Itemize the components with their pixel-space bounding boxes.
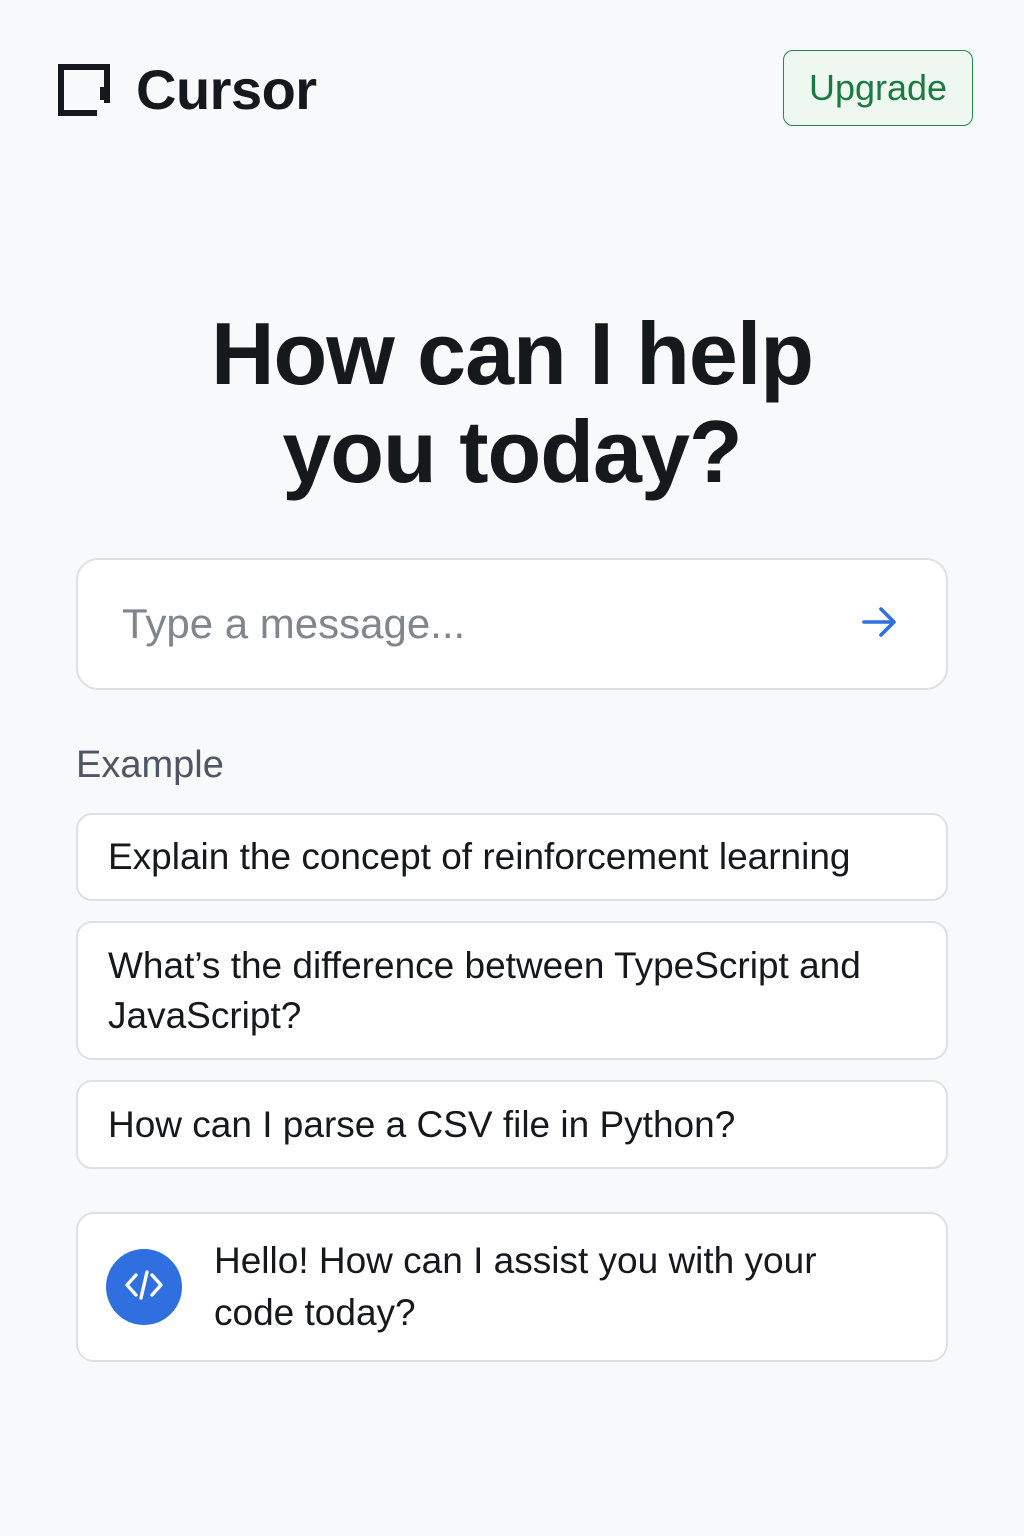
code-icon [122,1263,166,1312]
top-bar: Cursor Upgrade [0,0,1024,180]
chat-home-page: Cursor Upgrade How can I help you today?… [0,0,1024,1536]
brand[interactable]: Cursor [58,62,317,118]
message-composer [76,558,948,690]
message-input[interactable] [120,593,850,655]
example-prompt-text: How can I parse a CSV file in Python? [108,1103,736,1145]
page-title-line-1: How can I help [210,304,814,403]
example-prompt-text: Explain the concept of reinforcement lea… [108,836,851,877]
examples-label: Example [76,744,224,786]
assistant-message: Hello! How can I assist you with your co… [76,1212,948,1362]
page-title: How can I help you today? [0,305,1024,501]
assistant-avatar [106,1249,182,1325]
example-prompt-text: What’s the difference between TypeScript… [108,944,861,1036]
assistant-message-text: Hello! How can I assist you with your co… [214,1240,817,1333]
arrow-right-icon [859,601,901,648]
upgrade-button[interactable]: Upgrade [783,50,973,126]
app-name: Cursor [136,58,317,121]
send-button[interactable] [850,594,910,654]
cursor-logo-icon [58,64,110,116]
example-prompt[interactable]: How can I parse a CSV file in Python? [76,1080,948,1169]
example-prompt[interactable]: Explain the concept of reinforcement lea… [76,813,948,901]
example-prompt[interactable]: What’s the difference between TypeScript… [76,921,948,1060]
page-title-line-2: you today? [282,402,742,501]
